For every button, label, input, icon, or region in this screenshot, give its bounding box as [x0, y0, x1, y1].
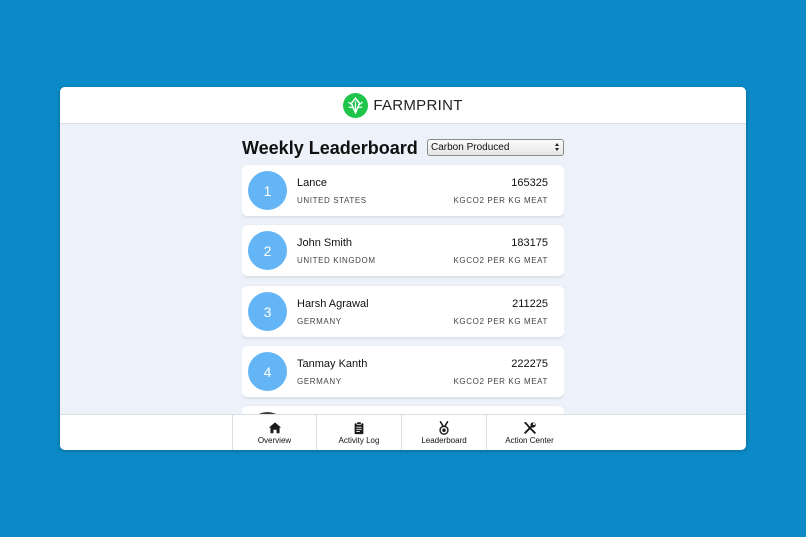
leaf-logo-icon[interactable]	[343, 92, 369, 118]
app-window: FARMPRINT Weekly Leaderboard Carbon Prod…	[60, 87, 746, 450]
nav-label: Leaderboard	[421, 436, 467, 445]
home-icon	[268, 422, 281, 434]
carbon-value: 211225	[512, 298, 548, 310]
leaderboard-title-row: Weekly Leaderboard Carbon Produced	[242, 137, 564, 159]
rank-badge: 2	[248, 231, 287, 270]
rank-badge: 4	[248, 352, 287, 391]
carbon-value: 165325	[511, 177, 548, 189]
carbon-unit: KGCO2 PER KG MEAT	[453, 196, 548, 205]
leaderboard-row[interactable]: 1 Lance UNITED STATES 165325 KGCO2 PER K…	[242, 165, 564, 216]
metric-select-value: Carbon Produced	[431, 142, 510, 153]
player-name: Lance	[297, 177, 327, 189]
carbon-value: 222275	[511, 358, 548, 370]
leaderboard-row[interactable]: 2 John Smith UNITED KINGDOM 183175 KGCO2…	[242, 225, 564, 276]
nav-label: Activity Log	[338, 436, 380, 445]
player-country: UNITED KINGDOM	[297, 256, 376, 265]
player-name: John Smith	[297, 237, 353, 249]
chevron-up-down-icon	[555, 143, 559, 151]
carbon-unit: KGCO2 PER KG MEAT	[453, 317, 548, 326]
carbon-unit: KGCO2 PER KG MEAT	[453, 256, 548, 265]
medal-icon	[439, 421, 449, 435]
player-country: GERMANY	[297, 317, 342, 326]
leaderboard-panel: Weekly Leaderboard Carbon Produced 1 Lan…	[242, 124, 564, 414]
nav-action-center[interactable]: Action Center	[487, 415, 572, 450]
nav-activity-log[interactable]: Activity Log	[317, 415, 402, 450]
player-country: UNITED STATES	[297, 196, 367, 205]
carbon-unit: KGCO2 PER KG MEAT	[453, 377, 548, 386]
leaderboard-row[interactable]: 4 Tanmay Kanth GERMANY 222275 KGCO2 PER …	[242, 346, 564, 397]
leaderboard-row-partial[interactable]	[242, 406, 564, 414]
player-name: Tanmay Kanth	[297, 358, 368, 370]
leaderboard-row[interactable]: 3 Harsh Agrawal GERMANY 211225 KGCO2 PER…	[242, 286, 564, 337]
player-country: GERMANY	[297, 377, 342, 386]
rank-badge: 3	[248, 292, 287, 331]
player-name: Harsh Agrawal	[297, 298, 369, 310]
nav-overview[interactable]: Overview	[232, 415, 317, 450]
bottom-nav: Overview Activity Log Leaderboard Action…	[60, 414, 746, 450]
carbon-value: 183175	[511, 237, 548, 249]
clipboard-icon	[354, 421, 364, 435]
app-header: FARMPRINT	[60, 87, 746, 124]
page-title: Weekly Leaderboard	[242, 138, 418, 158]
rank-badge: 1	[248, 171, 287, 210]
brand-name: FARMPRINT	[373, 96, 463, 114]
tools-icon	[523, 421, 536, 434]
nav-label: Overview	[257, 436, 292, 445]
metric-select[interactable]: Carbon Produced	[427, 139, 564, 156]
nav-leaderboard[interactable]: Leaderboard	[402, 415, 487, 450]
nav-label: Action Center	[505, 436, 554, 445]
